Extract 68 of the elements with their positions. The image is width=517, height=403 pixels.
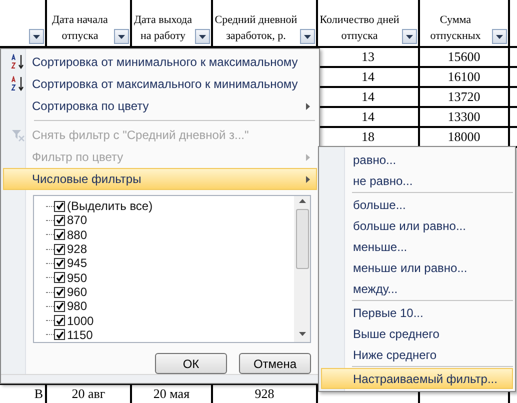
caret-icon bbox=[496, 34, 503, 38]
column-header: Дата выхода на работу bbox=[132, 13, 193, 44]
resize-grip-bar[interactable] bbox=[1, 374, 319, 383]
checkbox[interactable] bbox=[54, 229, 65, 240]
clear-filter-icon bbox=[11, 128, 25, 142]
value-label: 960 bbox=[67, 285, 88, 300]
table-cell: 16100 bbox=[420, 68, 510, 86]
checkbox[interactable] bbox=[54, 214, 65, 226]
menu-item[interactable]: равно... bbox=[321, 149, 513, 170]
dialog-button[interactable]: ОК bbox=[155, 353, 227, 374]
column-header: Количество дней отпуска bbox=[318, 13, 400, 44]
table-cell: 15600 bbox=[420, 48, 510, 66]
menu-item[interactable]: не равно... bbox=[321, 170, 513, 191]
checkbox[interactable] bbox=[54, 315, 65, 326]
value-label: 1000 bbox=[67, 314, 94, 328]
dialog-button[interactable]: Отмена bbox=[239, 353, 311, 374]
menu-item[interactable]: Выше среднего bbox=[321, 323, 513, 344]
value-label: 945 bbox=[67, 256, 88, 270]
caret-icon bbox=[118, 34, 125, 38]
value-label: (Выделить все) bbox=[67, 199, 153, 214]
caret-icon bbox=[33, 34, 40, 38]
menu-item[interactable]: больше... bbox=[321, 194, 513, 215]
menu-item[interactable]: меньше... bbox=[321, 236, 513, 257]
value-label: 980 bbox=[67, 299, 88, 314]
table-cell: 13720 bbox=[420, 88, 510, 106]
value-label: 870 bbox=[67, 213, 88, 228]
caret-icon bbox=[406, 34, 413, 38]
value-label: 1150 bbox=[67, 328, 93, 342]
column-header: Сумма отпускных bbox=[429, 13, 482, 44]
filter-dropdown-button[interactable] bbox=[300, 29, 315, 44]
menu-item[interactable]: Настраиваемый фильтр... bbox=[321, 368, 513, 389]
filter-dropdown-button[interactable] bbox=[29, 29, 44, 44]
scroll-up-icon[interactable] bbox=[298, 199, 306, 203]
menu-item[interactable]: Сортировка от максимального к минимальному bbox=[3, 73, 317, 95]
submenu-arrow-icon bbox=[306, 102, 310, 110]
filter-dropdown-button[interactable] bbox=[114, 29, 129, 44]
filter-dropdown-button[interactable] bbox=[195, 29, 210, 44]
checkbox[interactable] bbox=[54, 244, 65, 255]
column-header: Дата начала отпуска bbox=[51, 13, 109, 44]
menu-item[interactable]: Первые 10... bbox=[321, 302, 513, 323]
menu-item[interactable]: Ниже среднего bbox=[321, 344, 513, 365]
sort-ascending-icon bbox=[11, 54, 25, 70]
checkbox[interactable] bbox=[54, 200, 65, 212]
menu-item[interactable]: Сортировка по цвету bbox=[3, 95, 317, 117]
sort-descending-icon bbox=[11, 76, 25, 92]
caret-icon bbox=[199, 34, 206, 38]
menu-item[interactable]: меньше или равно... bbox=[321, 257, 513, 278]
table-cell: 13300 bbox=[420, 108, 510, 126]
menu-item[interactable]: Сортировка от минимального к максимальному bbox=[3, 51, 317, 73]
checkbox[interactable] bbox=[54, 272, 65, 284]
value-label: 950 bbox=[67, 270, 88, 285]
submenu-arrow-icon bbox=[306, 176, 310, 182]
checkbox[interactable] bbox=[54, 329, 65, 340]
value-label: 928 bbox=[67, 242, 88, 256]
menu-item[interactable]: между... bbox=[321, 278, 513, 299]
checkbox[interactable] bbox=[54, 258, 65, 269]
menu-item[interactable]: больше или равно... bbox=[321, 215, 513, 236]
caret-icon bbox=[304, 34, 311, 38]
filter-dropdown-button[interactable] bbox=[402, 29, 417, 44]
filter-dropdown-button[interactable] bbox=[492, 29, 507, 44]
checkbox[interactable] bbox=[54, 286, 65, 298]
scrollbar-thumb[interactable] bbox=[296, 209, 308, 269]
scroll-down-icon[interactable] bbox=[298, 332, 306, 336]
submenu-arrow-icon bbox=[306, 154, 310, 160]
checkbox[interactable] bbox=[54, 300, 65, 312]
menu-item[interactable]: Числовые фильтры bbox=[3, 168, 317, 190]
value-label: 880 bbox=[67, 228, 88, 242]
column-header: Средний дневной заработок, р. bbox=[214, 13, 298, 44]
